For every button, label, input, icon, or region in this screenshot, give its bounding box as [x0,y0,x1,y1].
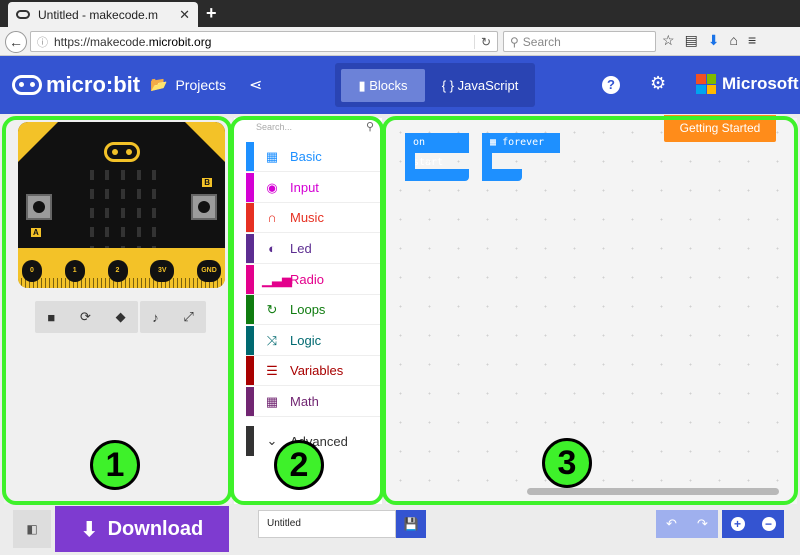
puzzle-icon: ▮ [358,78,366,93]
zoom-out-icon[interactable]: − [761,517,776,531]
microsoft-logo[interactable]: Microsoft [696,74,799,94]
bookmark-star-icon[interactable]: ☆ [662,32,675,49]
gear-icon[interactable]: ⚙ [650,73,666,94]
zoom-in-icon[interactable]: + [730,517,745,531]
url-domain: microbit.org [148,34,212,49]
microbit-favicon-icon [16,10,30,19]
reading-list-icon[interactable]: ▤ [685,32,698,49]
blocks-mode-button[interactable]: ▮ Blocks [341,69,425,102]
browser-search-placeholder: Search [522,34,561,49]
folder-icon: 📂 [150,76,168,92]
download-icon: ⬇ [80,518,98,541]
redo-icon[interactable]: ↷ [697,516,708,532]
url-bar[interactable]: ⓘ https://makecode. microbit.org ↻ [30,31,498,52]
logo-text: micro:bit [46,72,141,97]
microsoft-squares-icon [696,74,716,94]
new-tab-button[interactable]: + [206,3,217,24]
makecode-header: micro:bit 📂 Projects ⋖ ▮ Blocks { } Java… [0,56,800,114]
browser-tab[interactable]: Untitled - makecode.m ✕ [8,2,198,27]
projects-label: Projects [175,76,227,93]
download-label: Download [107,517,204,540]
menu-icon[interactable]: ≡ [748,32,756,49]
javascript-mode-button[interactable]: { } JavaScript [431,69,529,102]
browser-toolbar-icons: ☆ ▤ ⬇ ⌂ ≡ [662,32,756,49]
reload-icon[interactable]: ↻ [473,34,491,49]
tab-title: Untitled - makecode.m [38,7,159,22]
highlight-frame-workspace [382,116,798,505]
editor-mode-switch: ▮ Blocks { } JavaScript [335,63,535,107]
callout-badge-2: 2 [274,440,324,490]
zoom-controls: + − [722,510,784,538]
microbit-logo-icon [12,75,42,95]
project-name-input[interactable]: Untitled [258,510,396,538]
download-arrow-icon[interactable]: ⬇ [708,32,720,49]
browser-search-input[interactable]: ⚲ Search [503,31,656,52]
javascript-mode-label: JavaScript [457,78,519,93]
tab-close-icon[interactable]: ✕ [179,7,190,23]
download-button[interactable]: ⬇ Download [55,506,229,552]
braces-icon: { } [441,78,454,93]
undo-icon[interactable]: ↶ [666,516,677,532]
search-icon: ⚲ [510,34,519,49]
collapse-simulator-button[interactable]: ◧ [13,510,51,548]
callout-badge-3: 3 [542,438,592,488]
home-icon[interactable]: ⌂ [730,32,738,49]
microbit-logo[interactable]: micro:bit [12,72,140,98]
microsoft-label: Microsoft [722,74,799,93]
share-icon[interactable]: ⋖ [249,75,262,95]
back-arrow-icon[interactable]: ← [5,31,27,53]
blocks-mode-label: Blocks [369,78,408,93]
browser-nav-bar: ← ⓘ https://makecode. microbit.org ↻ ⚲ Se… [0,27,800,56]
help-icon[interactable]: ? [602,76,620,94]
projects-button[interactable]: 📂 Projects [150,76,226,93]
callout-badge-1: 1 [90,440,140,490]
url-prefix: https://makecode. [54,34,149,49]
undo-redo-group: ↶ ↷ [656,510,718,538]
browser-tab-bar: Untitled - makecode.m ✕ + [0,0,800,27]
save-icon[interactable]: 💾 [396,510,426,538]
info-icon[interactable]: ⓘ [37,34,48,50]
